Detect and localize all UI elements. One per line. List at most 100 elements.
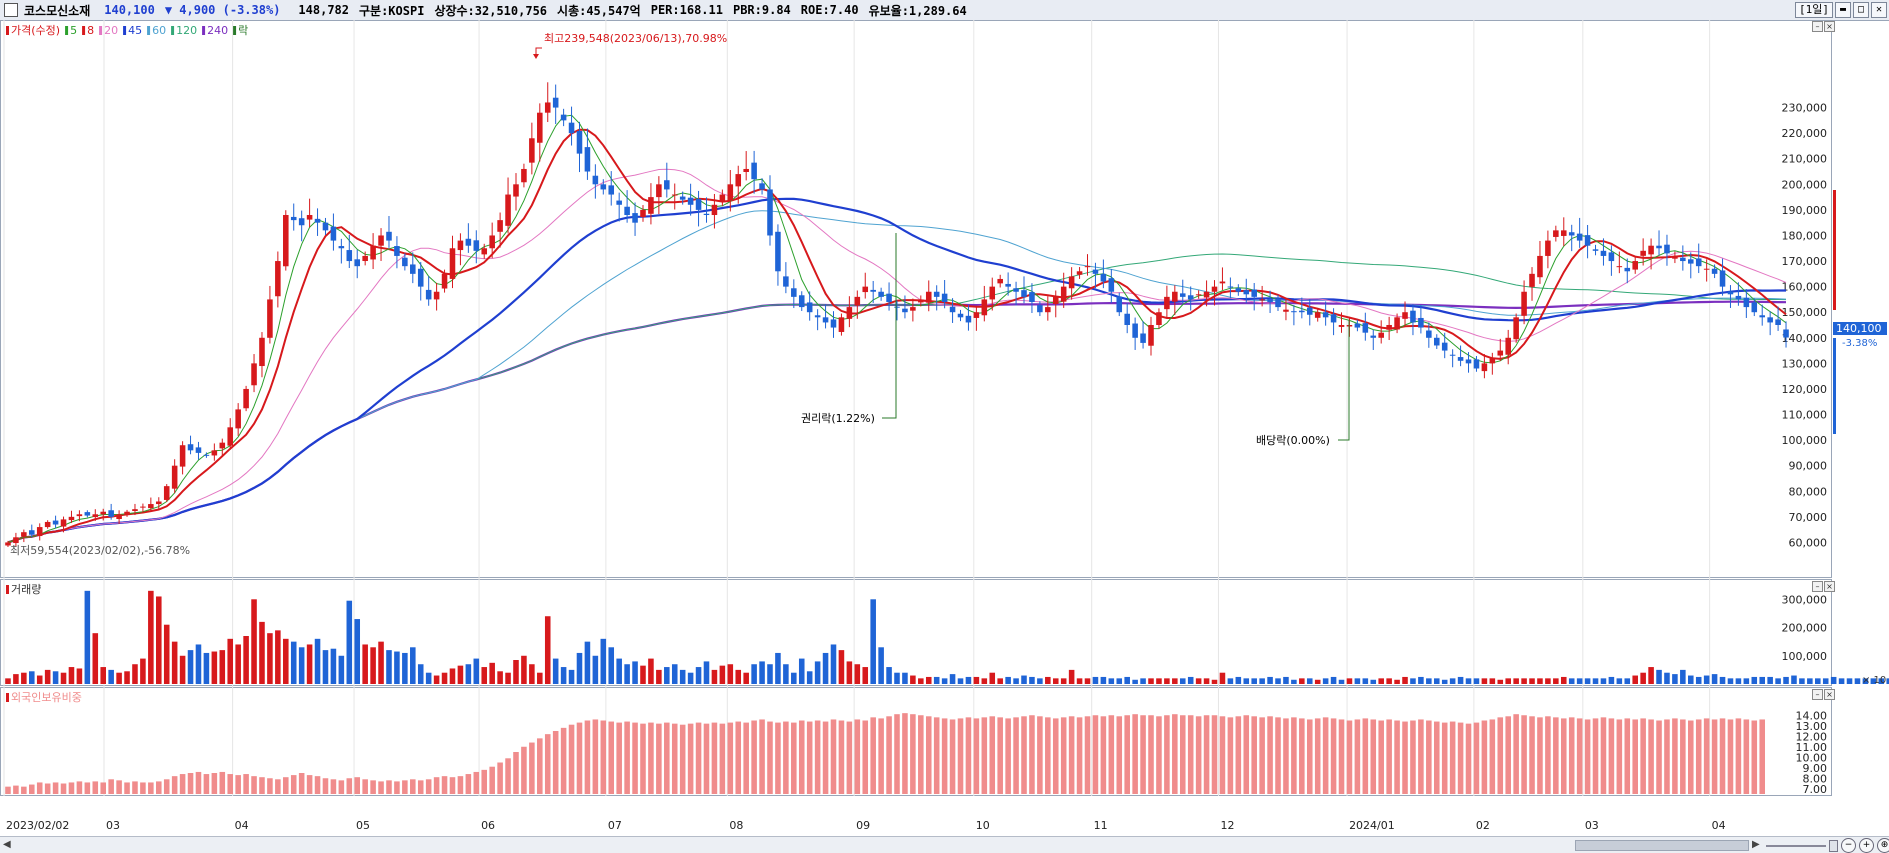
date-tick-label: 03 bbox=[106, 819, 120, 832]
volume-bar bbox=[918, 678, 924, 684]
zoom-slider-handle[interactable] bbox=[1829, 839, 1838, 852]
foreign-bar bbox=[92, 781, 99, 794]
foreign-bar bbox=[1172, 714, 1178, 794]
volume-bar bbox=[489, 662, 495, 684]
foreign-bar bbox=[997, 717, 1003, 794]
market-cap: 시총:45,547억 bbox=[557, 3, 641, 18]
foreign-bar bbox=[830, 719, 837, 794]
volume-bar bbox=[76, 668, 83, 684]
panel-minimize-icon[interactable]: – bbox=[1812, 21, 1823, 32]
period-selector[interactable]: [1일] bbox=[1795, 2, 1833, 18]
volume-bar bbox=[52, 671, 59, 684]
volume-bar bbox=[1378, 678, 1384, 684]
foreign-bar bbox=[552, 731, 559, 794]
volume-bar bbox=[402, 652, 408, 684]
foreign-bar bbox=[1068, 716, 1075, 794]
date-tick-label: 05 bbox=[356, 819, 370, 832]
volume-bar bbox=[1259, 678, 1265, 684]
foreign-bar bbox=[44, 783, 51, 794]
foreign-bar bbox=[1203, 715, 1210, 794]
price-tick-label: 90,000 bbox=[1789, 460, 1828, 473]
chart-canvas[interactable]: 230,000 220,000 210,000 200,000 190,000 180,0… bbox=[0, 20, 1889, 836]
volume-bar bbox=[1783, 676, 1789, 684]
horizontal-scrollbar[interactable]: ◀ ▶ − + ⊕ ◎ bbox=[0, 836, 1889, 853]
foreign-bar bbox=[1584, 719, 1591, 794]
panel-minimize-icon[interactable]: – bbox=[1812, 689, 1823, 700]
volume-bar bbox=[1687, 675, 1694, 684]
foreign-bar bbox=[76, 781, 83, 794]
scroll-left-icon[interactable]: ◀ bbox=[3, 839, 11, 850]
volume-bar bbox=[457, 665, 464, 684]
foreign-bar bbox=[1648, 719, 1654, 794]
volume-bar bbox=[92, 633, 99, 684]
volume-bar bbox=[624, 664, 630, 684]
foreign-bar bbox=[544, 734, 551, 794]
volume-bar bbox=[1743, 678, 1750, 684]
volume-bar bbox=[1640, 672, 1646, 684]
roe-value: ROE:7.40 bbox=[800, 3, 859, 17]
price-tick-label: 180,000 bbox=[1782, 229, 1828, 242]
legend-swatch bbox=[202, 26, 206, 35]
maximize-button[interactable]: □ bbox=[1853, 2, 1869, 18]
foreign-bar bbox=[417, 780, 424, 794]
zoom-slider-track[interactable] bbox=[1766, 844, 1826, 847]
foreign-bar bbox=[798, 720, 805, 794]
volume-bar bbox=[537, 672, 543, 684]
volume-bar bbox=[29, 671, 35, 684]
foreign-bar bbox=[1426, 720, 1432, 794]
volume-bar bbox=[60, 672, 67, 684]
panel-close-icon[interactable]: × bbox=[1824, 581, 1835, 592]
foreign-bar bbox=[679, 724, 686, 794]
foreign-bar bbox=[1275, 717, 1281, 794]
volume-bar bbox=[1600, 678, 1607, 684]
volume-bar bbox=[1592, 678, 1599, 684]
foreign-bar bbox=[140, 782, 146, 794]
volume-bar bbox=[148, 590, 154, 684]
foreign-bar bbox=[1711, 719, 1718, 794]
foreign-bar bbox=[1473, 722, 1480, 794]
foreign-bar bbox=[505, 758, 511, 794]
foreign-bar bbox=[1695, 719, 1702, 794]
volume-bar bbox=[322, 650, 329, 684]
foreign-bar bbox=[1489, 719, 1496, 794]
panel-close-icon[interactable]: × bbox=[1824, 689, 1835, 700]
foreign-bar bbox=[719, 723, 726, 794]
volume-bar bbox=[1711, 674, 1718, 684]
date-tick-label: 03 bbox=[1585, 819, 1599, 832]
foreign-bar bbox=[1219, 716, 1226, 794]
scroll-thumb[interactable] bbox=[1575, 840, 1749, 851]
volume-bar bbox=[1703, 675, 1710, 684]
foreign-bar bbox=[84, 782, 91, 794]
legend-item-label: 60 bbox=[152, 24, 166, 37]
foreign-bar bbox=[656, 723, 662, 794]
foreign-bar bbox=[878, 718, 884, 794]
volume-bar bbox=[1846, 678, 1853, 684]
volume-bar bbox=[1402, 676, 1408, 684]
foreign-bar bbox=[664, 722, 670, 794]
minimize-button[interactable]: ▬ bbox=[1835, 2, 1851, 18]
foreign-bar bbox=[767, 721, 773, 794]
foreign-bar bbox=[1759, 719, 1765, 794]
panel-close-icon[interactable]: × bbox=[1824, 21, 1835, 32]
zoom-in-icon[interactable]: + bbox=[1859, 838, 1874, 853]
scroll-right-icon[interactable]: ▶ bbox=[1752, 839, 1760, 850]
volume-bar bbox=[1553, 678, 1559, 684]
volume-bar bbox=[783, 664, 789, 684]
volume-bar bbox=[251, 599, 257, 684]
panel-minimize-icon[interactable]: – bbox=[1812, 581, 1823, 592]
zoom-reset-icon[interactable]: ⊕ bbox=[1877, 838, 1889, 853]
volume-bar bbox=[656, 669, 662, 684]
foreign-bar bbox=[703, 723, 710, 794]
zoom-out-icon[interactable]: − bbox=[1841, 838, 1856, 853]
volume-bar bbox=[1132, 679, 1138, 684]
foreign-bar bbox=[1521, 715, 1527, 794]
volume-bar bbox=[767, 664, 773, 684]
price-tick-label: 70,000 bbox=[1789, 511, 1828, 524]
volume-bar bbox=[640, 665, 646, 684]
legend-swatch bbox=[147, 26, 151, 35]
foreign-bar bbox=[1211, 715, 1218, 794]
volume-bar bbox=[1545, 678, 1551, 684]
close-button[interactable]: ✕ bbox=[1871, 2, 1887, 18]
select-checkbox[interactable] bbox=[4, 3, 18, 17]
foreign-bar bbox=[1553, 717, 1559, 794]
